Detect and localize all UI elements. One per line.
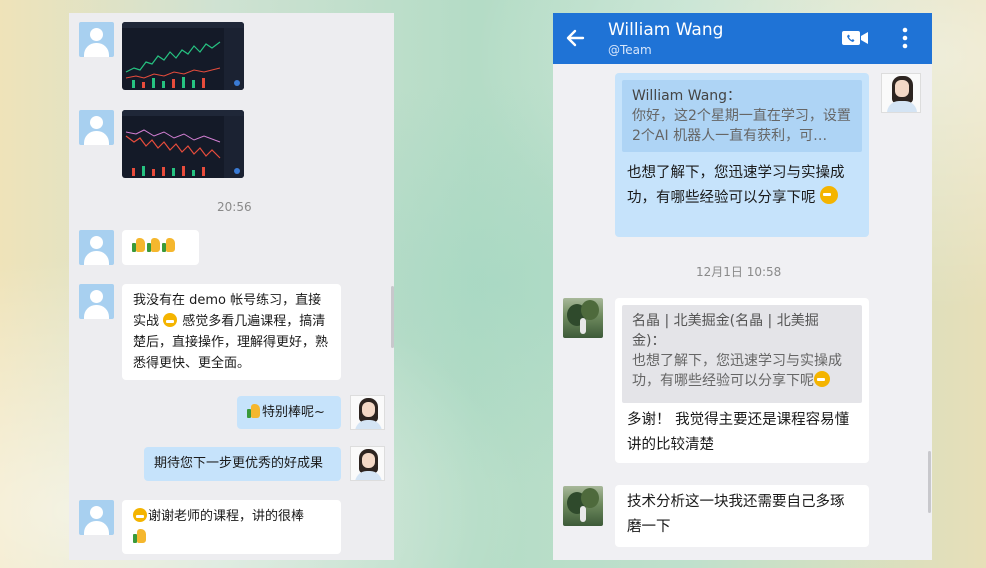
quoted-text: 你好，这2个星期一直在学习，设置2个AI 机器人一直有获利，可…	[632, 108, 851, 144]
contact-avatar[interactable]	[563, 298, 603, 338]
own-avatar[interactable]	[881, 73, 921, 113]
quoted-text: 也想了解下，您迅速学习与实操成功，有哪些经验可以分享下呢	[632, 353, 842, 389]
contact-avatar[interactable]	[79, 110, 114, 145]
contact-avatar[interactable]	[79, 500, 114, 535]
message-bubble-with-quote[interactable]: 名晶 | 北美掘金(名晶 | 北美掘金)： 也想了解下，您迅速学习与实操成功，有…	[615, 298, 869, 463]
scrollbar-thumb[interactable]	[928, 451, 931, 513]
message-text: 也想了解下，您迅速学习与实操成功，有哪些经验可以分享下呢	[627, 165, 845, 206]
own-message-bubble-with-quote[interactable]: William Wang： 你好，这2个星期一直在学习，设置2个AI 机器人一直…	[615, 73, 869, 237]
quoted-sender: 名晶 | 北美掘金(名晶 | 北美掘金)：	[632, 313, 819, 349]
chat-title: William Wang	[608, 20, 724, 40]
grin-emoji-icon	[133, 508, 147, 522]
left-chat-panel: 20:56 我没有在 demo 帐号练习，直接实战 感觉多看几遍课程，搞清楚后，…	[69, 13, 394, 560]
contact-avatar[interactable]	[563, 486, 603, 526]
message-bubble-text[interactable]: 谢谢老师的课程，讲的很棒	[122, 500, 341, 554]
message-text: 谢谢老师的课程，讲的很棒	[148, 509, 305, 524]
quoted-sender: William Wang：	[632, 88, 742, 104]
own-message-bubble[interactable]: 期待您下一步更优秀的好成果	[144, 447, 341, 481]
grin-emoji-icon	[820, 186, 839, 204]
message-text: 多谢！ 我觉得主要还是课程容易懂讲的比较清楚	[627, 412, 850, 453]
own-avatar[interactable]	[350, 395, 385, 430]
contact-avatar[interactable]	[79, 22, 114, 57]
grin-emoji-icon	[163, 313, 178, 327]
video-call-icon[interactable]	[841, 28, 869, 48]
own-message-bubble[interactable]: 特别棒呢~	[237, 396, 341, 429]
contact-avatar[interactable]	[79, 284, 114, 319]
more-options-icon[interactable]	[898, 25, 912, 51]
trading-screenshot-thumbnail[interactable]	[122, 22, 244, 90]
back-arrow-icon[interactable]	[563, 25, 589, 51]
message-bubble-thumbs[interactable]	[122, 230, 199, 265]
thumbs-up-icon	[133, 529, 146, 543]
thumbs-up-icon	[162, 238, 175, 252]
message-bubble-text[interactable]: 技术分析这一块我还需要自己多琢磨一下	[615, 485, 869, 547]
time-divider: 20:56	[217, 200, 252, 214]
trading-screenshot-thumbnail[interactable]	[122, 110, 244, 178]
right-chat-panel: William Wang @Team William Wang： 你好，这2个星…	[553, 13, 932, 560]
quoted-message[interactable]: William Wang： 你好，这2个星期一直在学习，设置2个AI 机器人一直…	[622, 80, 862, 152]
quoted-message[interactable]: 名晶 | 北美掘金(名晶 | 北美掘金)： 也想了解下，您迅速学习与实操成功，有…	[622, 305, 862, 403]
chat-subtitle: @Team	[608, 43, 652, 57]
time-divider: 12月1日 10:58	[696, 265, 782, 279]
scrollbar-thumb[interactable]	[391, 286, 394, 348]
thumbs-up-icon	[247, 404, 260, 418]
message-text: 期待您下一步更优秀的好成果	[154, 456, 324, 471]
chat-header: William Wang @Team	[553, 13, 932, 64]
thumbs-up-icon	[132, 238, 145, 252]
contact-avatar[interactable]	[79, 230, 114, 265]
message-text: 感觉多看几遍课程，搞清楚后，直接操作，理解得更好，熟悉得更快、更全面。	[133, 314, 329, 371]
own-avatar[interactable]	[350, 446, 385, 481]
message-text: 技术分析这一块我还需要自己多琢磨一下	[627, 494, 845, 535]
message-text: 特别棒呢~	[262, 405, 325, 420]
grin-emoji-icon	[814, 371, 830, 387]
thumbs-up-icon	[147, 238, 160, 252]
message-bubble-text[interactable]: 我没有在 demo 帐号练习，直接实战 感觉多看几遍课程，搞清楚后，直接操作，理…	[122, 284, 341, 380]
